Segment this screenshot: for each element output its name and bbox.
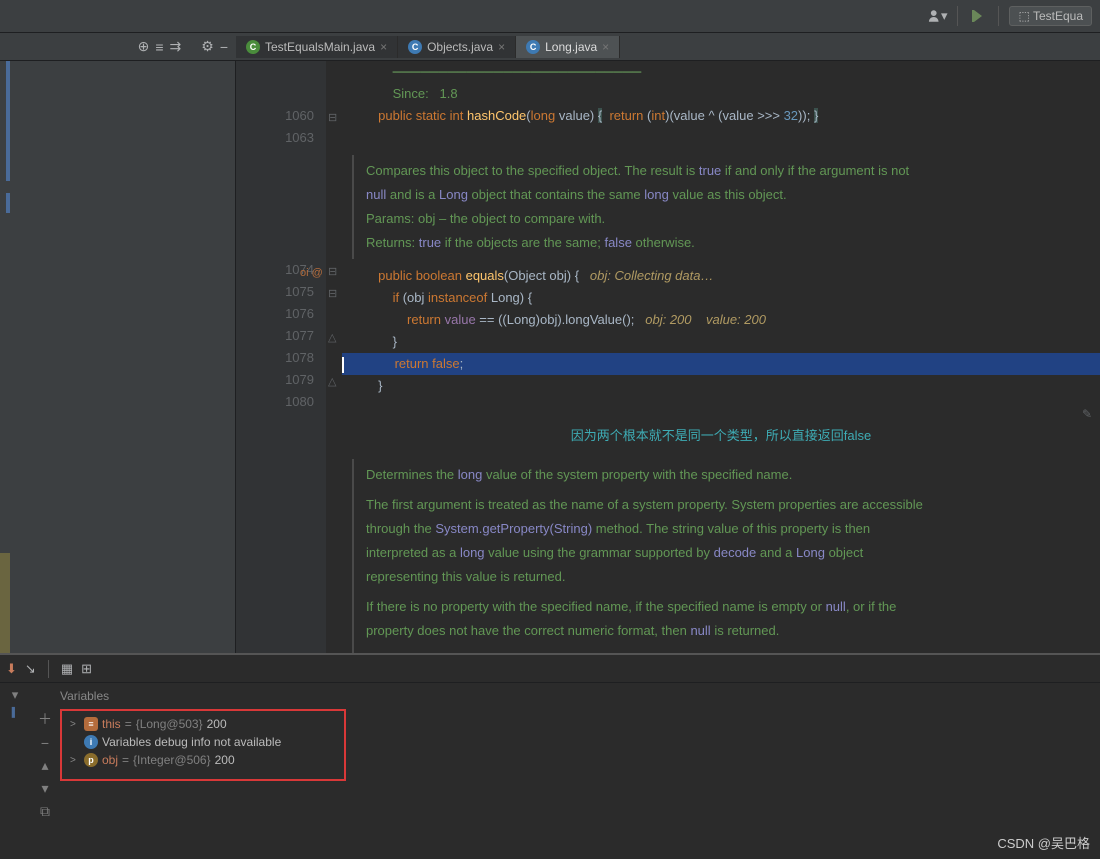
- table-icon[interactable]: ▦: [61, 661, 73, 677]
- chevron-down-icon[interactable]: ▾: [12, 687, 19, 703]
- class-icon: C: [246, 40, 260, 54]
- separator: [957, 6, 958, 26]
- code-editor[interactable]: Since: 1.8 1060 1063 1074 1075 1076 1077…: [236, 61, 1100, 653]
- tab-long[interactable]: C Long.java ×: [516, 36, 620, 58]
- class-icon: C: [408, 40, 422, 54]
- gear-icon[interactable]: ⚙: [201, 38, 214, 55]
- frames-icon[interactable]: ⬇: [6, 661, 17, 677]
- close-icon[interactable]: ×: [498, 40, 505, 54]
- expand-icon[interactable]: ⇉: [170, 38, 182, 55]
- caret: [342, 357, 344, 373]
- fold-icon[interactable]: ⊟: [328, 283, 337, 305]
- debug-toolbar: ⬇ ↘ ▦ ⊞: [0, 655, 1100, 683]
- main-split: Since: 1.8 1060 1063 1074 1075 1076 1077…: [0, 61, 1100, 653]
- marker: [0, 553, 10, 653]
- remove-icon[interactable]: −: [41, 735, 49, 751]
- debug-leftbar2: ＋ − ▴ ▾ ⧉: [30, 683, 60, 859]
- tab-label: Long.java: [545, 40, 597, 54]
- tab-objects[interactable]: C Objects.java ×: [398, 36, 516, 58]
- variable-info-row: i Variables debug info not available: [70, 733, 336, 751]
- separator: [998, 6, 999, 26]
- edit-marker-icon: ✎: [1082, 403, 1092, 425]
- close-icon[interactable]: ×: [380, 40, 387, 54]
- fold-icon[interactable]: ⊟: [328, 261, 337, 283]
- variable-row[interactable]: > ≡ this = {Long@503} 200: [70, 715, 336, 733]
- structure-panel: [0, 61, 236, 653]
- code-area[interactable]: ─────────────────────────── Since: 1.8 p…: [342, 61, 1100, 653]
- info-icon: i: [84, 735, 98, 749]
- chevron-right-icon[interactable]: >: [70, 719, 80, 730]
- watermark: CSDN @吴巴格: [997, 833, 1090, 852]
- copy-icon[interactable]: ⧉: [40, 803, 50, 820]
- add-icon[interactable]: ＋: [38, 709, 52, 729]
- fold-column: ⊟ ⊟ ⊟ △ △: [326, 61, 342, 653]
- separator: [48, 660, 49, 678]
- marker-icon: ▌: [12, 707, 18, 717]
- tab-label: TestEqualsMain.java: [265, 40, 375, 54]
- fold-icon[interactable]: △: [328, 327, 336, 349]
- annotation-comment: 因为两个根本就不是同一个类型，所以直接返回false: [342, 419, 1100, 453]
- editor-left-tools: ⊕ ≡ ⇉ ⚙ −: [0, 38, 236, 55]
- line-marker: [6, 193, 10, 213]
- up-icon[interactable]: ▴: [41, 757, 48, 774]
- run-config-dropdown[interactable]: ⬚ TestEqua: [1009, 6, 1092, 26]
- highlight-box: > ≡ this = {Long@503} 200 i Variables de…: [60, 709, 346, 781]
- class-icon: C: [526, 40, 540, 54]
- chevron-right-icon[interactable]: >: [70, 755, 80, 766]
- tab-label: Objects.java: [427, 40, 493, 54]
- override-icon[interactable]: oi @: [300, 262, 323, 284]
- param-icon: p: [84, 753, 98, 767]
- down-icon[interactable]: ▾: [41, 780, 48, 797]
- step-icon[interactable]: ↘: [25, 661, 36, 677]
- line-marker: [6, 61, 10, 181]
- variables-content: Variables > ≡ this = {Long@503} 200 i Va…: [60, 683, 1100, 859]
- variables-view: ▾ ▌ ＋ − ▴ ▾ ⧉ Variables > ≡ this = {Long…: [0, 683, 1100, 859]
- collapse-icon[interactable]: ≡: [155, 39, 163, 55]
- grid-icon[interactable]: ⊞: [81, 661, 92, 677]
- variable-row[interactable]: > p obj = {Integer@506} 200: [70, 751, 336, 769]
- close-icon[interactable]: ×: [602, 40, 609, 54]
- debug-panel: ⬇ ↘ ▦ ⊞ ▾ ▌ ＋ − ▴ ▾ ⧉ Variables > ≡ this…: [0, 653, 1100, 857]
- user-icon[interactable]: ▾: [927, 6, 947, 26]
- minimize-icon[interactable]: −: [220, 39, 228, 55]
- gutter-marks: oi @: [300, 61, 326, 653]
- field-icon: ≡: [84, 717, 98, 731]
- variables-header: Variables: [60, 687, 1100, 709]
- fold-icon[interactable]: ⊟: [328, 107, 337, 129]
- fold-icon[interactable]: △: [328, 371, 336, 393]
- main-toolbar: ▾ ⬚ TestEqua: [0, 0, 1100, 33]
- target-icon[interactable]: ⊕: [138, 38, 150, 55]
- build-icon[interactable]: [968, 6, 988, 26]
- debug-leftbar: ▾ ▌: [0, 683, 30, 859]
- tab-row: ⊕ ≡ ⇉ ⚙ − C TestEqualsMain.java × C Objects…: [0, 33, 1100, 61]
- tab-testequalsmain[interactable]: C TestEqualsMain.java ×: [236, 36, 398, 58]
